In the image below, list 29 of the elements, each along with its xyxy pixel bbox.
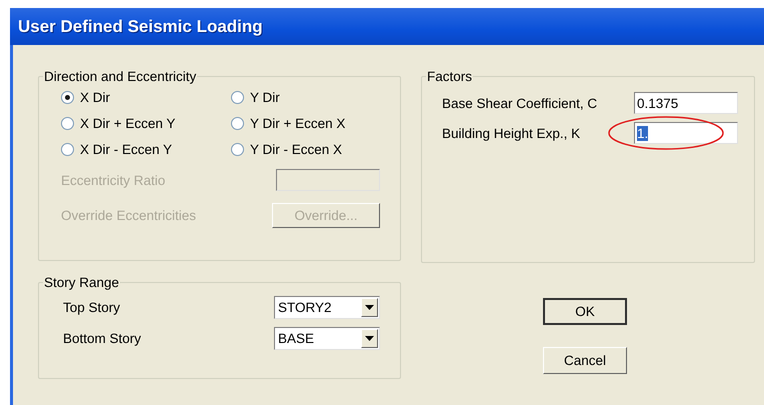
- field-label: Top Story: [63, 300, 120, 315]
- radio-label: X Dir: [80, 90, 110, 105]
- field-label: Building Height Exp., K: [442, 126, 580, 140]
- radio-label: Y Dir + Eccen X: [250, 116, 346, 131]
- dropdown[interactable]: STORY2: [274, 296, 380, 319]
- radio-label: Y Dir: [250, 90, 280, 105]
- radio-button[interactable]: [61, 143, 74, 156]
- input-field[interactable]: 0.1375: [634, 92, 738, 114]
- radio-button[interactable]: [231, 91, 244, 104]
- field-label: Base Shear Coefficient, C: [442, 96, 598, 110]
- group-title: Direction and Eccentricity: [43, 69, 198, 84]
- radio-button[interactable]: [231, 117, 244, 130]
- input-field[interactable]: 1.: [634, 122, 738, 144]
- radio-button[interactable]: [231, 143, 244, 156]
- radio-label: X Dir - Eccen Y: [80, 142, 172, 157]
- dropdown[interactable]: BASE: [274, 327, 380, 350]
- group-title: Story Range: [43, 275, 120, 290]
- field-label: Bottom Story: [63, 331, 142, 346]
- group-title: Factors: [426, 69, 474, 84]
- window-title: User Defined Seismic Loading: [18, 16, 263, 36]
- field-label: Override Eccentricities: [61, 208, 196, 223]
- input-field[interactable]: [276, 169, 380, 191]
- dialog-button[interactable]: Cancel: [543, 347, 627, 374]
- dialog-button[interactable]: OK: [543, 298, 627, 325]
- radio-label: X Dir + Eccen Y: [80, 116, 176, 131]
- radio-button[interactable]: [61, 117, 74, 130]
- field-label: Eccentricity Ratio: [61, 172, 166, 188]
- radio-label: Y Dir - Eccen X: [250, 142, 342, 157]
- radio-button[interactable]: [61, 91, 74, 104]
